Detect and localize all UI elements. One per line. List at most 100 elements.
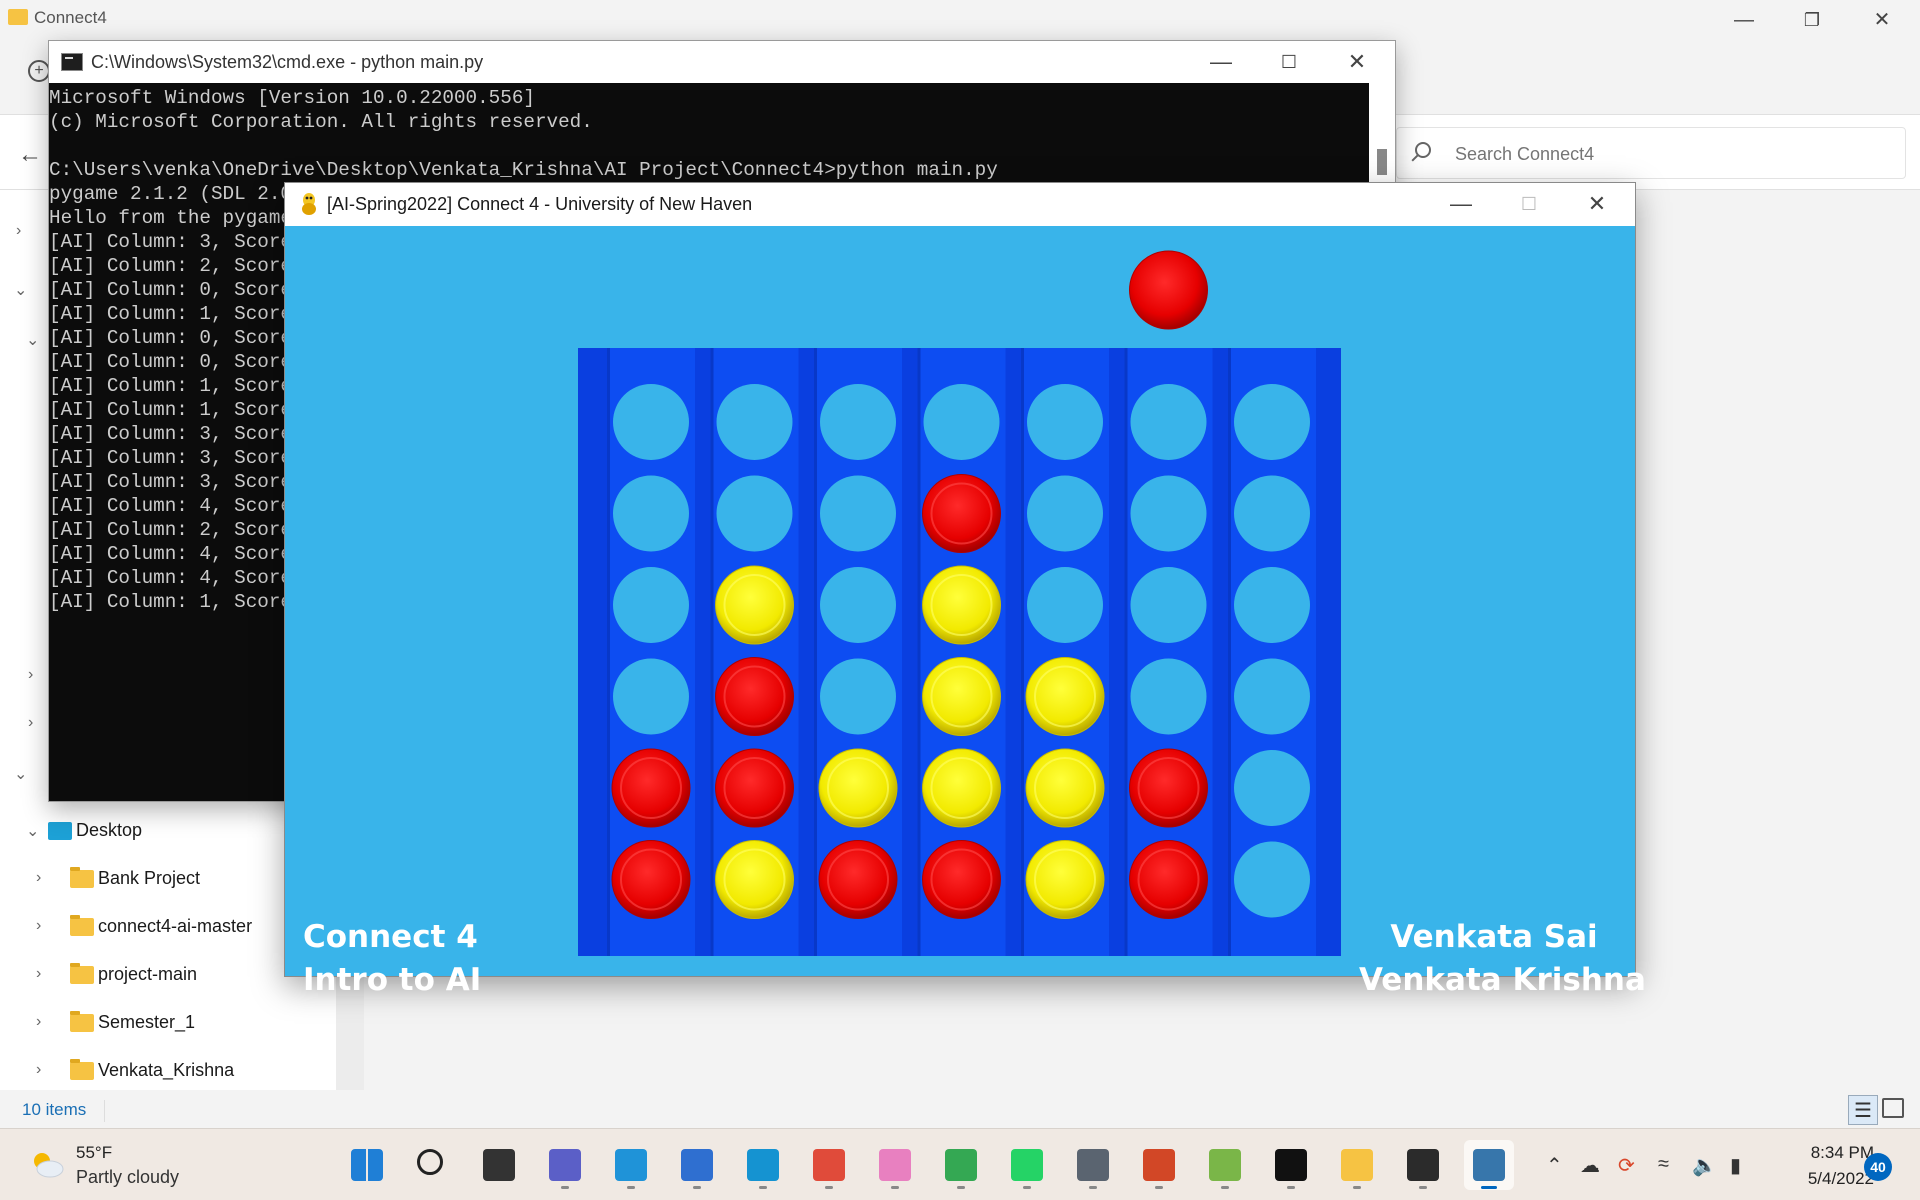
sync-icon[interactable]: ⟳ (1618, 1153, 1635, 1178)
minimize-icon[interactable]: — (1724, 6, 1764, 34)
empty-slot[interactable] (1130, 475, 1207, 552)
task-view-button[interactable] (474, 1140, 524, 1190)
empty-slot[interactable] (1234, 567, 1310, 643)
wifi-icon[interactable]: ≈ (1658, 1153, 1669, 1176)
chevron-down-icon[interactable]: ⌄ (14, 280, 27, 300)
chevron-down-icon[interactable]: ⌄ (26, 821, 39, 841)
volume-icon[interactable]: 🔈 (1692, 1153, 1717, 1178)
nav-item-folder[interactable]: › Semester_1 (20, 1002, 340, 1042)
minimize-icon[interactable]: — (1439, 189, 1483, 219)
empty-slot[interactable] (1027, 384, 1103, 460)
paint3d-app[interactable] (870, 1140, 920, 1190)
nav-item-desktop[interactable]: ⌄ Desktop (10, 810, 330, 850)
cortana-app[interactable] (738, 1140, 788, 1190)
chevron-down-icon[interactable]: ⌄ (14, 764, 27, 784)
chevron-down-icon[interactable]: ⌄ (26, 330, 39, 350)
search-button[interactable] (408, 1140, 458, 1190)
search-input[interactable] (1455, 142, 1875, 166)
edge-app[interactable] (606, 1140, 656, 1190)
file-explorer-app-icon (1341, 1149, 1373, 1181)
empty-slot[interactable] (820, 384, 896, 460)
empty-slot[interactable] (1130, 658, 1207, 735)
empty-slot[interactable] (1234, 750, 1310, 826)
partly-cloudy-icon[interactable] (28, 1149, 66, 1179)
empty-slot[interactable] (716, 475, 793, 552)
nav-item-folder[interactable]: › Venkata_Krishna (20, 1050, 340, 1090)
teams-app[interactable] (540, 1140, 590, 1190)
maximize-icon[interactable]: ☐ (1267, 47, 1311, 77)
empty-slot[interactable] (1130, 384, 1207, 460)
chevron-up-icon[interactable]: ⌃ (1546, 1153, 1563, 1178)
chevron-right-icon[interactable]: › (36, 869, 41, 887)
empty-slot[interactable] (716, 384, 793, 460)
weather-condition[interactable]: Partly cloudy (76, 1167, 179, 1188)
empty-slot[interactable] (1027, 567, 1103, 643)
empty-slot[interactable] (1234, 841, 1310, 918)
game-canvas[interactable]: Connect 4 Intro to AI Venkata Sai Venkat… (285, 226, 1646, 998)
notepadpp-app[interactable] (1200, 1140, 1250, 1190)
pycharm-app[interactable] (1266, 1140, 1316, 1190)
back-arrow-icon[interactable]: ← (18, 141, 42, 169)
whatsapp-app[interactable] (1002, 1140, 1052, 1190)
battery-icon[interactable]: ▮ (1730, 1153, 1741, 1178)
file-explorer-app[interactable] (1332, 1140, 1382, 1190)
new-tab-icon[interactable]: + (28, 60, 50, 82)
settings-app[interactable] (1068, 1140, 1118, 1190)
close-icon[interactable]: ✕ (1335, 47, 1379, 77)
desktop-icon (48, 822, 72, 840)
start-button[interactable] (342, 1140, 392, 1190)
notification-badge[interactable]: 40 (1864, 1153, 1892, 1181)
game-board-svg[interactable] (285, 226, 1635, 976)
edge-app-icon (615, 1149, 647, 1181)
empty-slot[interactable] (613, 658, 689, 735)
empty-slot[interactable] (1234, 475, 1310, 552)
chevron-right-icon[interactable]: › (36, 965, 41, 983)
tiles-view-icon[interactable] (1882, 1098, 1904, 1118)
empty-slot[interactable] (1234, 384, 1310, 460)
chrome-app[interactable] (804, 1140, 854, 1190)
minimize-icon[interactable]: — (1199, 47, 1243, 77)
close-icon[interactable]: ✕ (1862, 6, 1902, 34)
chevron-right-icon[interactable]: › (36, 1013, 41, 1031)
empty-slot[interactable] (613, 384, 689, 460)
clock-date[interactable]: 5/4/2022 (1780, 1169, 1874, 1189)
explorer-titlebar: Connect4 — ❐ ✕ (0, 0, 1920, 38)
folder-icon (70, 1059, 94, 1080)
terminal-app[interactable] (1398, 1140, 1448, 1190)
empty-slot[interactable] (820, 475, 896, 552)
onedrive-cloud-icon[interactable]: ☁ (1580, 1153, 1600, 1178)
store-app[interactable] (672, 1140, 722, 1190)
empty-slot[interactable] (1130, 567, 1207, 643)
empty-slot[interactable] (820, 658, 896, 735)
chrome-profile-app[interactable] (936, 1140, 986, 1190)
empty-slot[interactable] (613, 475, 689, 552)
running-indicator (1155, 1186, 1163, 1189)
chevron-right-icon[interactable]: › (16, 222, 21, 240)
nav-item-label: connect4-ai-master (98, 916, 253, 936)
cmd-titlebar[interactable]: C:\Windows\System32\cmd.exe - python mai… (49, 41, 1395, 83)
empty-slot[interactable] (1027, 475, 1103, 552)
close-icon[interactable]: ✕ (1575, 189, 1619, 219)
chevron-right-icon[interactable]: › (36, 1061, 41, 1079)
empty-slot[interactable] (1234, 658, 1310, 735)
connect4-game-window[interactable]: [AI-Spring2022] Connect 4 - University o… (284, 182, 1646, 998)
details-view-icon[interactable] (1848, 1095, 1878, 1125)
chevron-right-icon[interactable]: › (36, 917, 41, 935)
chevron-right-icon[interactable]: › (28, 714, 33, 732)
empty-slot[interactable] (923, 384, 1000, 460)
restore-icon[interactable]: ❐ (1792, 6, 1832, 34)
clock-time[interactable]: 8:34 PM (1790, 1143, 1874, 1163)
python-app[interactable] (1464, 1140, 1514, 1190)
task-view-button-icon (483, 1149, 515, 1181)
empty-slot[interactable] (820, 567, 896, 643)
explorer-title: Connect4 (34, 8, 107, 27)
search-box[interactable] (1396, 127, 1906, 179)
game-titlebar[interactable]: [AI-Spring2022] Connect 4 - University o… (285, 183, 1635, 226)
nav-item-label: Semester_1 (98, 1012, 196, 1032)
powerpoint-app[interactable] (1134, 1140, 1184, 1190)
chevron-right-icon[interactable]: › (28, 666, 33, 684)
empty-slot[interactable] (613, 567, 689, 643)
hover-piece[interactable] (1129, 250, 1208, 330)
weather-temperature[interactable]: 55°F (76, 1143, 112, 1163)
scrollbar-thumb[interactable] (1377, 149, 1387, 175)
